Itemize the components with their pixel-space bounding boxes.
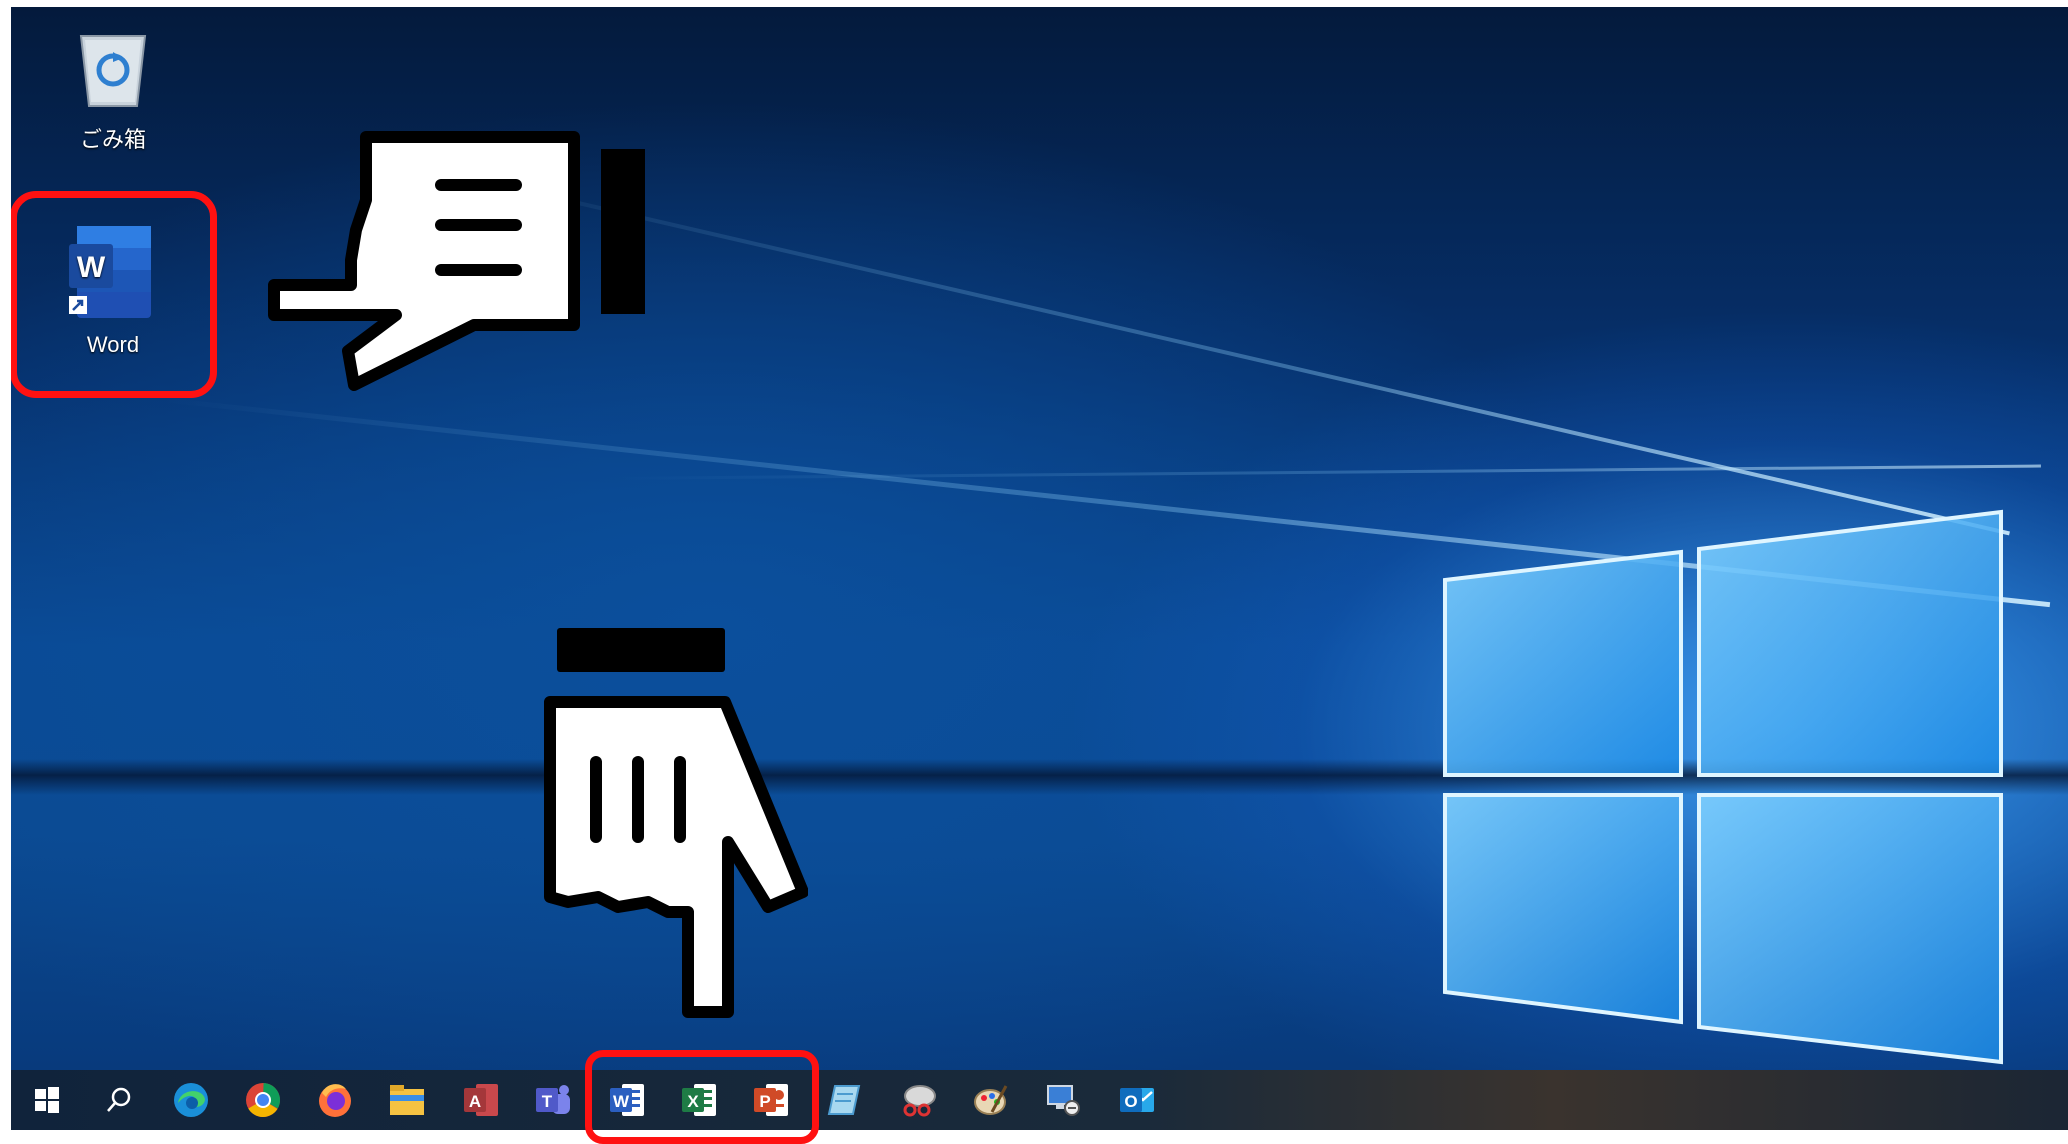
access-taskbar-button[interactable]: A (461, 1080, 501, 1120)
start-icon (35, 1087, 59, 1113)
word-shortcut-highlight (11, 191, 217, 398)
notepad-icon (827, 1085, 861, 1115)
paint-taskbar-button[interactable] (971, 1080, 1011, 1120)
taskbar: A T W X P O (11, 1070, 2068, 1130)
search-icon (107, 1087, 131, 1112)
outlook-icon: O (1120, 1088, 1154, 1112)
access-icon: A (464, 1084, 498, 1116)
recycle-bin-shortcut[interactable]: ごみ箱 (58, 22, 168, 154)
snipping-tool-taskbar-button[interactable] (899, 1080, 939, 1120)
svg-text:O: O (1124, 1092, 1137, 1111)
recycle-bin-icon (79, 35, 147, 107)
snipping-tool-icon (903, 1085, 936, 1117)
svg-text:T: T (542, 1092, 553, 1111)
chrome-taskbar-button[interactable] (243, 1080, 283, 1120)
svg-text:A: A (469, 1092, 481, 1111)
remote-desktop-icon (1047, 1085, 1080, 1116)
chrome-icon (246, 1083, 280, 1117)
notepad-taskbar-button[interactable] (825, 1080, 865, 1120)
start-button[interactable] (27, 1080, 67, 1120)
paint-icon (974, 1085, 1008, 1115)
teams-icon: T (536, 1085, 570, 1114)
pointing-hand-left-icon (268, 131, 645, 391)
firefox-taskbar-button[interactable] (315, 1080, 355, 1120)
edge-icon (174, 1083, 208, 1117)
file-explorer-taskbar-button[interactable] (387, 1080, 427, 1120)
office-taskbar-highlight (585, 1050, 819, 1144)
search-button[interactable] (99, 1080, 139, 1120)
outlook-taskbar-button[interactable]: O (1117, 1080, 1157, 1120)
file-explorer-icon (390, 1085, 424, 1115)
recycle-bin-label: ごみ箱 (79, 127, 146, 152)
teams-taskbar-button[interactable]: T (533, 1080, 573, 1120)
pointing-hand-down-icon (544, 628, 808, 1018)
edge-taskbar-button[interactable] (171, 1080, 211, 1120)
remote-desktop-taskbar-button[interactable] (1043, 1080, 1083, 1120)
firefox-icon (319, 1084, 351, 1117)
desktop[interactable]: ごみ箱 W Word (11, 7, 2068, 1070)
